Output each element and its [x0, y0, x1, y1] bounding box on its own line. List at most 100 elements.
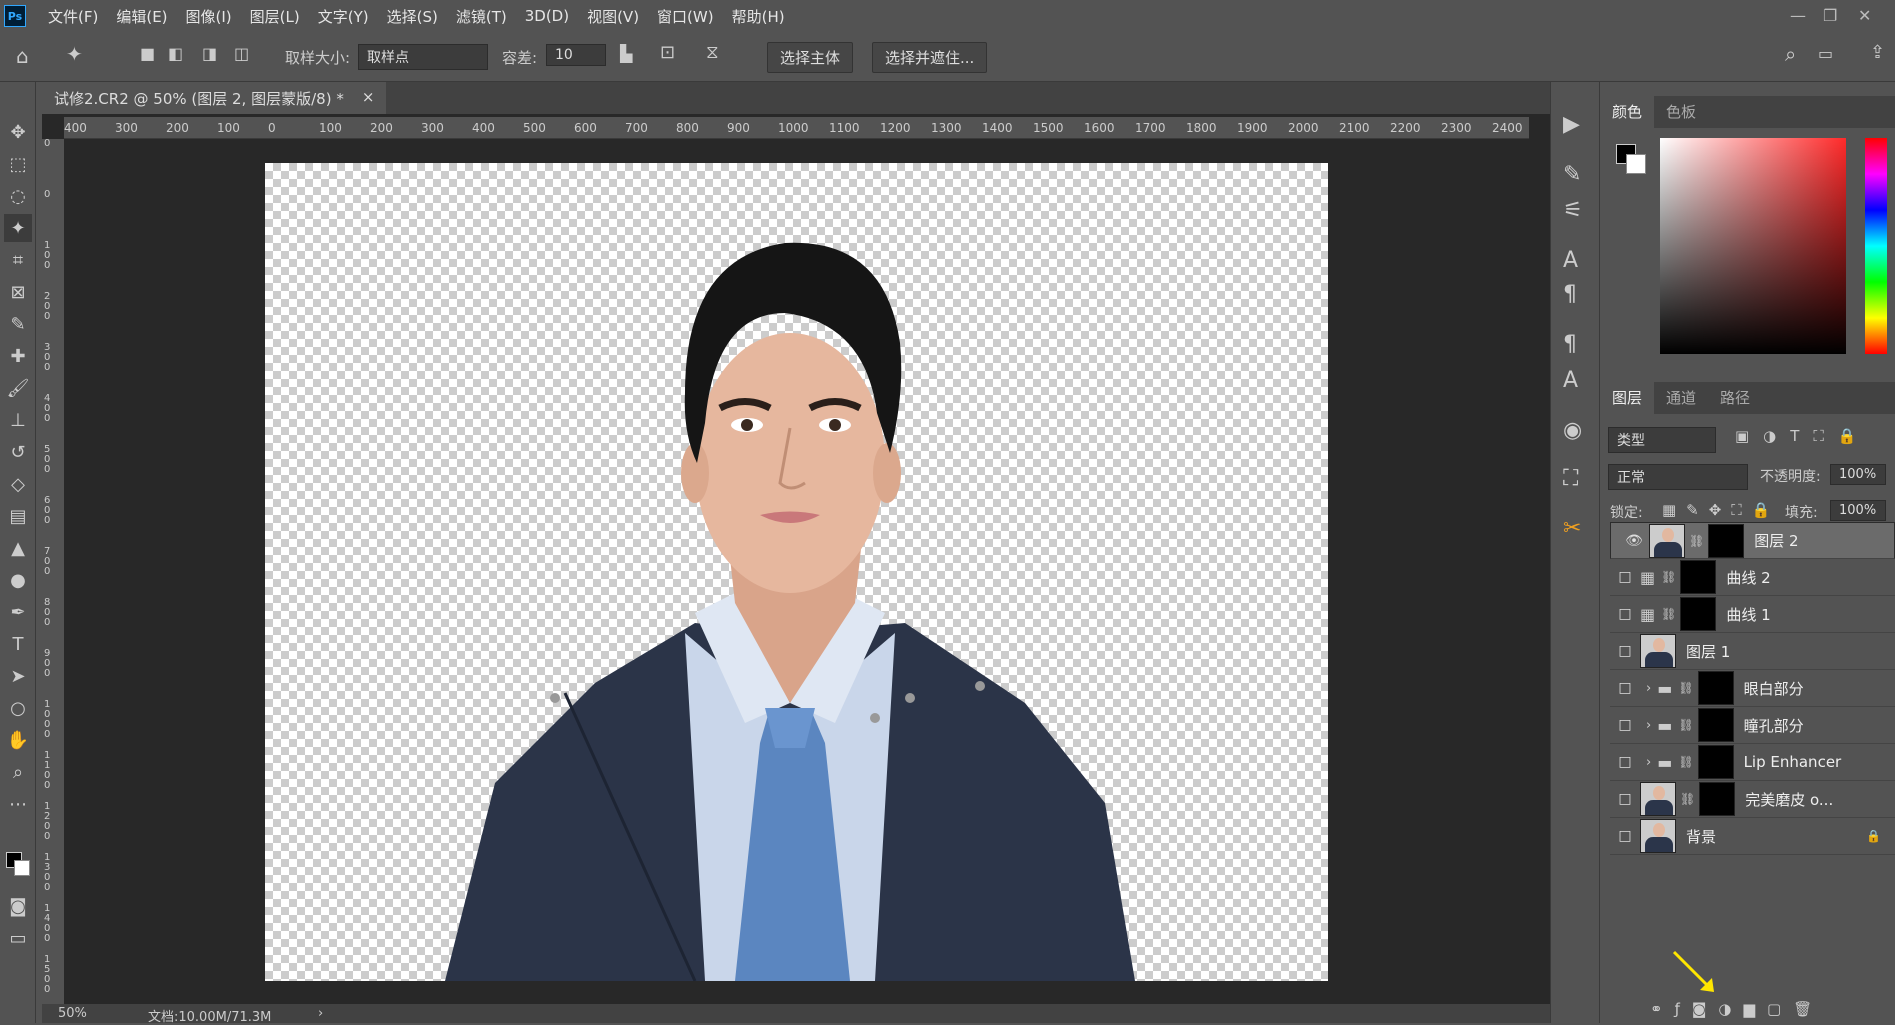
layer-row[interactable]: □ ⛓ 完美磨皮 o...: [1610, 781, 1895, 818]
eyedropper-tool-icon[interactable]: ✎: [4, 310, 32, 338]
layer-mask-thumbnail[interactable]: [1708, 523, 1745, 558]
menu-item[interactable]: 3D(D): [525, 7, 569, 25]
visibility-toggle[interactable]: □: [1610, 717, 1640, 733]
type-tool-icon[interactable]: T: [4, 630, 32, 658]
hue-slider[interactable]: [1865, 138, 1887, 354]
layer-mask-thumbnail[interactable]: [1680, 597, 1717, 631]
link-icon[interactable]: ⛓: [1678, 718, 1693, 732]
stamp-tool-icon[interactable]: ⊥: [4, 406, 32, 434]
healing-tool-icon[interactable]: ✚: [4, 342, 32, 370]
history-brush-icon[interactable]: ↺: [4, 438, 32, 466]
visibility-toggle[interactable]: □: [1610, 828, 1640, 844]
menu-item[interactable]: 文字(Y): [318, 6, 369, 27]
zoom-tool-icon[interactable]: ⌕: [4, 758, 32, 786]
layer-row[interactable]: □ ▦ ⛓ 曲线 1: [1610, 596, 1895, 633]
tools-plugin-icon[interactable]: ✂: [1563, 516, 1581, 541]
screen-mode-icon[interactable]: ▭: [4, 924, 32, 952]
layer-actions-bar[interactable]: ⚭ƒ◙◑▆▢🗑: [1650, 1000, 1824, 1018]
panel-tab[interactable]: 色板: [1654, 95, 1708, 128]
layer-row[interactable]: □ › ▬ ⛓ Lip Enhancer: [1610, 744, 1895, 781]
layer-filter-select[interactable]: 类型: [1608, 427, 1716, 453]
opacity-input[interactable]: 100%: [1830, 464, 1886, 485]
adjustments-icon[interactable]: ⚟: [1563, 198, 1583, 223]
magic-wand-icon[interactable]: ✦: [66, 42, 83, 66]
sample-all-layers-icon[interactable]: ⧖: [706, 42, 719, 63]
lasso-tool-icon[interactable]: ◌: [4, 182, 32, 210]
background-swatch[interactable]: [1626, 154, 1646, 174]
layer-row[interactable]: 👁 ⛓ 图层 2: [1610, 522, 1895, 559]
visibility-toggle[interactable]: □: [1610, 791, 1640, 807]
play-actions-icon[interactable]: ▶: [1563, 112, 1580, 137]
hand-tool-icon[interactable]: ✋: [4, 726, 32, 754]
layer-row[interactable]: □ › ▬ ⛓ 瞳孔部分: [1610, 707, 1895, 744]
select-subject-button[interactable]: 选择主体: [767, 42, 854, 73]
path-select-tool-icon[interactable]: ➤: [4, 662, 32, 690]
marquee-tool-icon[interactable]: ⬚: [4, 150, 32, 178]
pen-tool-icon[interactable]: ✒: [4, 598, 32, 626]
link-icon[interactable]: ⛓: [1689, 534, 1704, 548]
lock-icons[interactable]: ▦✎✥⛶🔒: [1662, 501, 1781, 519]
paragraph-icon[interactable]: ¶: [1563, 282, 1577, 307]
fill-input[interactable]: 100%: [1830, 500, 1886, 521]
menu-item[interactable]: 文件(F): [48, 6, 98, 27]
sample-size-select[interactable]: 取样点: [358, 44, 488, 70]
canvas[interactable]: [265, 163, 1328, 981]
link-icon[interactable]: ⛓: [1661, 570, 1676, 584]
add-selection-icon[interactable]: ◧: [168, 44, 183, 63]
intersect-selection-icon[interactable]: ◫: [234, 44, 249, 63]
brush-tool-icon[interactable]: 🖌: [4, 374, 32, 402]
close-tab-icon[interactable]: ×: [362, 88, 375, 108]
menu-item[interactable]: 选择(S): [387, 6, 438, 27]
background-color-swatch[interactable]: [14, 860, 30, 876]
character-icon[interactable]: A: [1563, 248, 1578, 273]
layer-row[interactable]: □ › ▬ ⛓ 眼白部分: [1610, 670, 1895, 707]
link-icon[interactable]: ⛓: [1678, 755, 1693, 769]
brush-settings-icon[interactable]: ✎: [1563, 162, 1581, 187]
menu-item[interactable]: 窗口(W): [657, 6, 714, 27]
status-menu-arrow[interactable]: ›: [318, 1006, 323, 1021]
more-tools-icon[interactable]: ⋯: [4, 790, 32, 818]
layer-mask-thumbnail[interactable]: [1697, 708, 1734, 742]
frame-tool-icon[interactable]: ⊠: [4, 278, 32, 306]
magic-wand-tool-icon[interactable]: ✦: [4, 214, 32, 242]
contiguous-icon[interactable]: ⊡: [660, 42, 675, 63]
link-icon[interactable]: ⛓: [1661, 607, 1676, 621]
visibility-toggle[interactable]: □: [1610, 569, 1640, 585]
move-tool-icon[interactable]: ✥: [4, 118, 32, 146]
visibility-toggle[interactable]: □: [1610, 680, 1640, 696]
eraser-tool-icon[interactable]: ◇: [4, 470, 32, 498]
visibility-toggle[interactable]: □: [1610, 754, 1640, 770]
layer-row[interactable]: □ 图层 1: [1610, 633, 1895, 670]
visibility-toggle[interactable]: □: [1610, 606, 1640, 622]
expand-arrow-icon[interactable]: ›: [1646, 718, 1651, 733]
layer-mask-thumbnail[interactable]: [1697, 745, 1734, 779]
ellipse-tool-icon[interactable]: ○: [4, 694, 32, 722]
panel-tab[interactable]: 颜色: [1600, 95, 1655, 128]
visibility-toggle[interactable]: □: [1610, 643, 1640, 659]
expand-arrow-icon[interactable]: ›: [1646, 681, 1651, 696]
layer-row[interactable]: □ ▦ ⛓ 曲线 2: [1610, 559, 1895, 596]
layer-row[interactable]: □ 背景 🔒: [1610, 818, 1895, 855]
layer-mask-thumbnail[interactable]: [1680, 560, 1717, 594]
subtract-selection-icon[interactable]: ◨: [202, 44, 217, 63]
gradient-tool-icon[interactable]: ▤: [4, 502, 32, 530]
restore-icon[interactable]: ❐: [1823, 6, 1837, 25]
dodge-tool-icon[interactable]: ●: [4, 566, 32, 594]
minimize-icon[interactable]: —: [1790, 6, 1806, 25]
filter-icons[interactable]: ▣◑T⛶🔒: [1735, 427, 1871, 445]
tolerance-input[interactable]: 10: [546, 44, 606, 66]
menu-item[interactable]: 视图(V): [587, 6, 639, 27]
anti-alias-icon[interactable]: ▙: [620, 44, 632, 63]
blur-tool-icon[interactable]: ▲: [4, 534, 32, 562]
select-and-mask-button[interactable]: 选择并遮住...: [872, 42, 988, 73]
paragraph-styles-icon[interactable]: ¶: [1563, 332, 1577, 357]
menu-item[interactable]: 编辑(E): [116, 6, 167, 27]
new-selection-icon[interactable]: ■: [140, 44, 155, 63]
share-icon[interactable]: ⇪: [1870, 42, 1885, 63]
menu-item[interactable]: 图层(L): [250, 6, 300, 27]
color-field[interactable]: [1660, 138, 1846, 354]
camera-raw-icon[interactable]: ◉: [1563, 418, 1582, 443]
document-tab[interactable]: 试修2.CR2 @ 50% (图层 2, 图层蒙版/8) * ×: [42, 82, 387, 114]
crop-tool-icon[interactable]: ⌗: [4, 246, 32, 274]
menu-item[interactable]: 滤镜(T): [456, 6, 507, 27]
